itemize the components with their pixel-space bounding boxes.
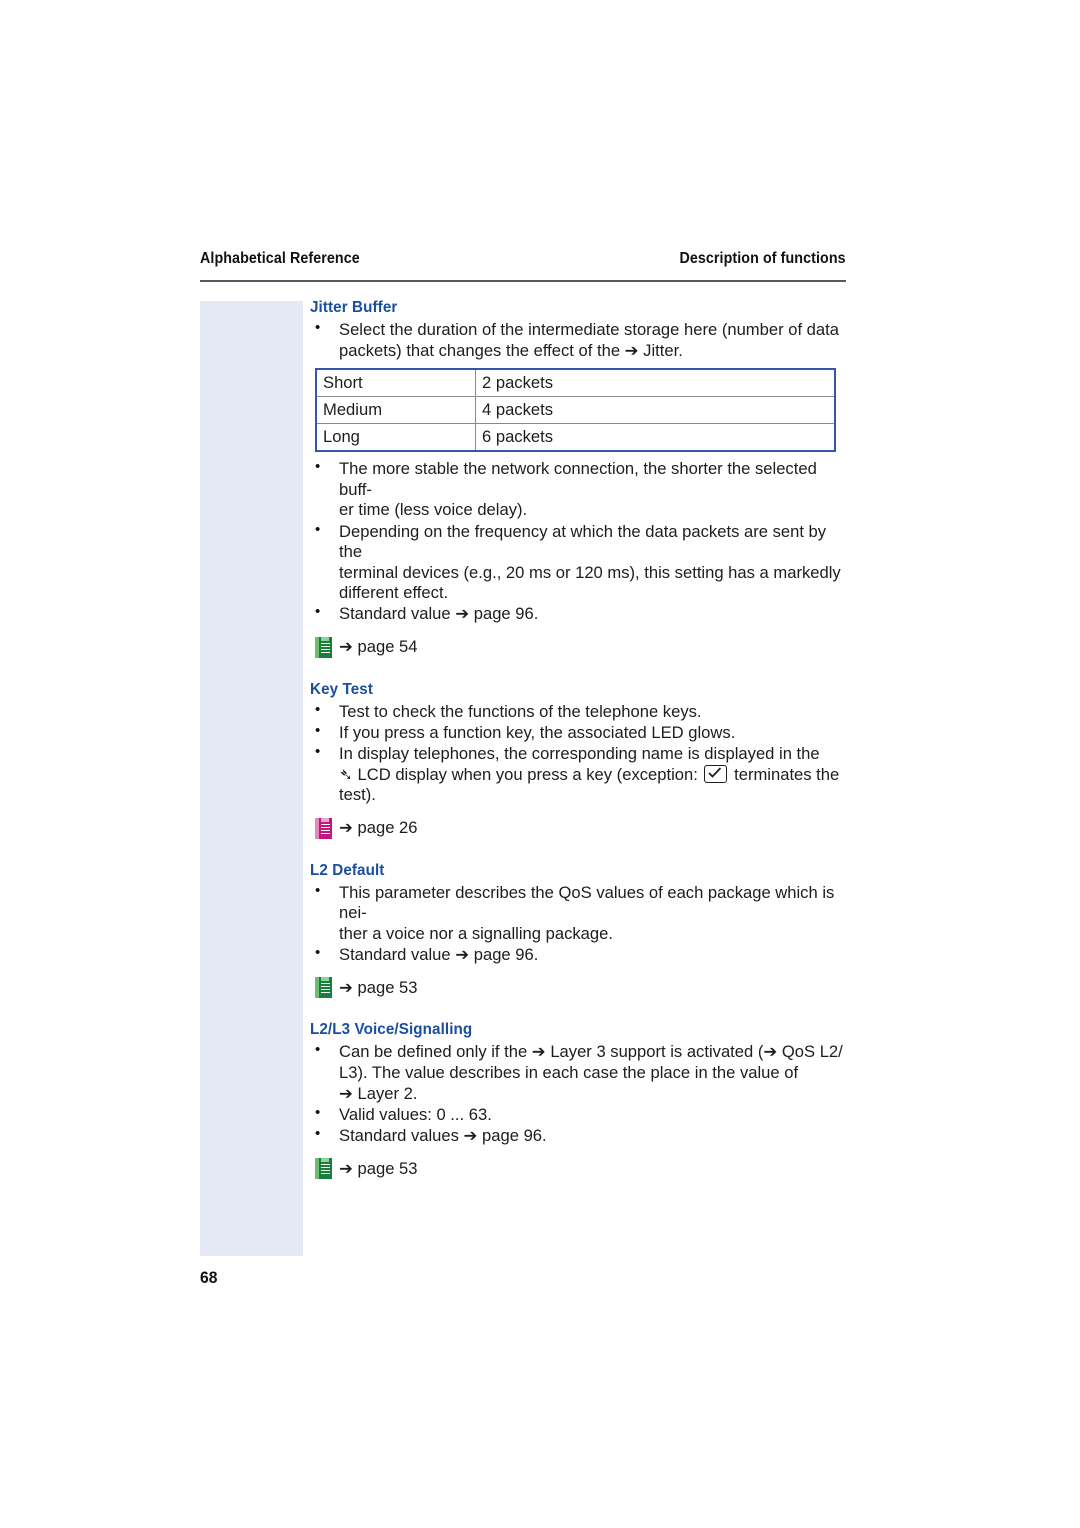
list-item: In display telephones, the corresponding…	[310, 743, 850, 806]
content-column: Jitter Buffer Select the duration of the…	[310, 298, 850, 1180]
table-cell-key: Short	[315, 368, 476, 398]
cross-reference[interactable]: ➔ page 53	[315, 977, 850, 999]
bullet-list: The more stable the network connection, …	[310, 458, 850, 625]
table-cell-key: Medium	[315, 396, 476, 425]
bullet-line: Standard value ➔ page 96.	[339, 604, 539, 624]
document-page: Alphabetical Reference Description of fu…	[0, 0, 1080, 1528]
checkbox-key-icon	[704, 764, 728, 783]
list-item: If you press a function key, the associa…	[310, 722, 850, 744]
cross-reference-text: ➔ page 53	[339, 1158, 418, 1178]
table-cell-value: 4 packets	[475, 396, 836, 425]
table-row: Long 6 packets	[315, 423, 836, 452]
bullet-line: Standard value ➔ page 96.	[339, 944, 539, 964]
bullet-list: Can be defined only if the ➔ Layer 3 sup…	[310, 1041, 850, 1147]
section-jitter-buffer: Jitter Buffer Select the duration of the…	[310, 298, 850, 658]
bullet-line: er time (less voice delay).	[339, 500, 528, 520]
cross-reference[interactable]: ➔ page 54	[315, 636, 850, 658]
list-item: Standard value ➔ page 96.	[310, 603, 850, 625]
bullet-line: ther a voice nor a signalling package.	[339, 923, 613, 943]
bullet-line: In display telephones, the corresponding…	[339, 743, 820, 763]
bullet-line: L3). The value describes in each case th…	[339, 1062, 799, 1082]
section-title: L2/L3 Voice/Signalling	[310, 1021, 473, 1039]
booklet-icon-green	[315, 636, 332, 658]
section-l2-default: L2 Default This parameter describes the …	[310, 861, 850, 999]
section-l2-l3-voice-signalling: L2/L3 Voice/Signalling Can be defined on…	[310, 1020, 850, 1180]
list-item: Standard value ➔ page 96.	[310, 944, 850, 966]
list-item: This parameter describes the QoS values …	[310, 882, 850, 945]
bullet-line: This parameter describes the QoS values …	[339, 882, 835, 923]
cross-reference-text: ➔ page 26	[339, 818, 418, 838]
list-item: Select the duration of the intermediate …	[310, 319, 850, 361]
section-key-test: Key Test Test to check the functions of …	[310, 680, 850, 839]
cross-reference-text: ➔ page 53	[339, 977, 418, 997]
bullet-line: Valid values: 0 ... 63.	[339, 1104, 492, 1124]
table-row: Medium 4 packets	[315, 396, 836, 425]
table-row: Short 2 packets	[315, 368, 836, 398]
bullet-list: This parameter describes the QoS values …	[310, 882, 850, 966]
list-item: Test to check the functions of the telep…	[310, 701, 850, 723]
running-header: Alphabetical Reference Description of fu…	[200, 250, 846, 282]
bullet-line: different effect.	[339, 583, 449, 603]
jitter-buffer-table: Short 2 packets Medium 4 packets Long 6 …	[315, 368, 836, 453]
list-item: Valid values: 0 ... 63.	[310, 1104, 850, 1126]
bullet-line: Can be defined only if the ➔ Layer 3 sup…	[339, 1042, 843, 1062]
table-cell-key: Long	[315, 423, 476, 452]
bullet-line: If you press a function key, the associa…	[339, 722, 736, 742]
cross-reference-text: ➔ page 54	[339, 637, 418, 657]
bullet-list: Test to check the functions of the telep…	[310, 701, 850, 806]
bullet-line: test).	[339, 785, 376, 805]
bullet-line: Test to check the functions of the telep…	[339, 701, 702, 721]
cross-reference[interactable]: ➔ page 26	[315, 817, 850, 839]
page-number: 68	[200, 1268, 218, 1287]
list-item: Standard values ➔ page 96.	[310, 1125, 850, 1147]
bullet-line: ➔ Layer 2.	[339, 1083, 418, 1103]
bullet-line: packets) that changes the effect of the …	[339, 340, 683, 360]
bullet-line-suffix: terminates the	[734, 764, 840, 784]
bullet-line: Depending on the frequency at which the …	[339, 521, 827, 562]
cross-reference[interactable]: ➔ page 53	[315, 1158, 850, 1180]
header-left-title: Alphabetical Reference	[200, 250, 360, 267]
header-right-title: Description of functions	[679, 250, 846, 267]
section-title: Jitter Buffer	[310, 299, 398, 316]
bullet-line: The more stable the network connection, …	[339, 459, 817, 499]
table-cell-value: 6 packets	[475, 423, 836, 452]
list-item: Depending on the frequency at which the …	[310, 521, 850, 604]
list-item: Can be defined only if the ➔ Layer 3 sup…	[310, 1041, 850, 1104]
bullet-line: terminal devices (e.g., 20 ms or 120 ms)…	[339, 562, 841, 582]
bullet-line-prefix: ➴ LCD display when you press a key (exce…	[339, 764, 698, 784]
section-title: L2 Default	[310, 861, 385, 879]
list-item: The more stable the network connection, …	[310, 458, 850, 521]
table-cell-value: 2 packets	[475, 368, 836, 398]
booklet-icon-green	[315, 1158, 332, 1180]
booklet-icon-green	[315, 977, 332, 999]
bullet-list: Select the duration of the intermediate …	[310, 319, 850, 361]
bullet-line: Select the duration of the intermediate …	[339, 320, 839, 339]
left-margin-band	[200, 301, 303, 1256]
bullet-line: Standard values ➔ page 96.	[339, 1125, 547, 1145]
section-title: Key Test	[310, 680, 373, 698]
booklet-icon-magenta	[315, 817, 332, 839]
